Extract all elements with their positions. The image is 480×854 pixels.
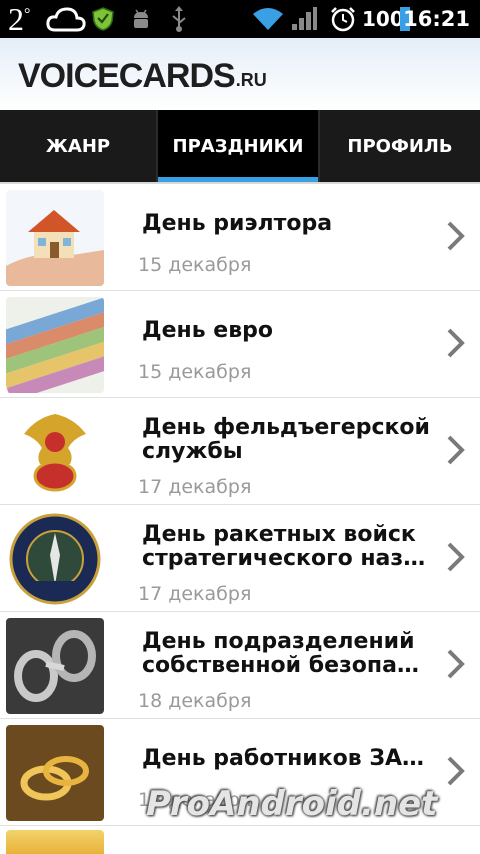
logo-text: VOICECARDS — [18, 57, 236, 95]
partial-thumbnail — [6, 830, 104, 854]
alarm-icon — [331, 7, 355, 32]
signal-icon — [292, 7, 317, 30]
tab-holidays-label: ПРАЗДНИКИ — [172, 135, 304, 157]
holiday-title: День ракетных войск — [142, 523, 416, 547]
list-item[interactable]: День подразделений собственной безопас..… — [0, 612, 480, 719]
strategic-missile-forces-emblem-thumbnail — [6, 511, 104, 607]
tab-bar: ЖАНР ПРАЗДНИКИ ПРОФИЛЬ — [0, 110, 480, 182]
temperature-value: 2 — [8, 1, 24, 37]
holiday-title: День подразделений — [142, 630, 415, 654]
shield-app-icon — [92, 7, 114, 31]
holiday-date: 15 декабря — [138, 254, 252, 276]
cloud-icon — [46, 7, 86, 32]
battery-level: 100 — [362, 7, 404, 31]
chevron-right-icon — [447, 542, 465, 572]
list-item[interactable]: День риэлтора 15 декабря — [0, 184, 480, 291]
holiday-date: 15 декабря — [138, 361, 252, 383]
holiday-date: 17 декабря — [138, 583, 252, 605]
chevron-right-icon — [447, 221, 465, 251]
holiday-date: 18 декабря — [138, 690, 252, 712]
house-on-hand-thumbnail — [6, 190, 104, 286]
holiday-title: День евро — [142, 319, 273, 343]
list-item[interactable]: День фельдъегерской службы 17 декабря — [0, 398, 480, 505]
list-item[interactable]: День евро 15 декабря — [0, 291, 480, 398]
euro-banknotes-thumbnail — [6, 297, 104, 393]
tab-holidays[interactable]: ПРАЗДНИКИ — [158, 110, 320, 182]
chevron-right-icon — [447, 756, 465, 786]
status-bar: 2° 100 16:21 — [0, 0, 480, 38]
weather-temperature: 2° — [8, 0, 30, 38]
logo-suffix: .RU — [235, 70, 267, 90]
handcuffs-thumbnail — [6, 618, 104, 714]
holiday-title-line2: собственной безопас... — [142, 654, 432, 678]
courier-service-emblem-thumbnail — [6, 404, 104, 500]
holiday-list[interactable]: День риэлтора 15 декабря День евро 15 де… — [0, 184, 480, 826]
tab-genre[interactable]: ЖАНР — [0, 110, 158, 182]
clock: 16:21 — [403, 7, 470, 31]
holiday-date: 17 декабря — [138, 476, 252, 498]
holiday-title: День фельдъегерской — [142, 416, 430, 440]
list-item[interactable]: День ракетных войск стратегического назн… — [0, 505, 480, 612]
app-header: VOICECARDS .RU — [0, 38, 480, 110]
temperature-unit: ° — [24, 6, 31, 23]
holiday-title: День риэлтора — [142, 212, 333, 236]
chevron-right-icon — [447, 649, 465, 679]
list-item-partial[interactable] — [0, 826, 480, 854]
usb-icon — [172, 6, 186, 32]
voicecards-logo: VOICECARDS .RU — [18, 56, 267, 96]
tab-profile[interactable]: ПРОФИЛЬ — [320, 110, 480, 182]
chevron-right-icon — [447, 328, 465, 358]
android-debug-icon — [134, 9, 148, 28]
tab-profile-label: ПРОФИЛЬ — [347, 135, 453, 157]
tab-genre-label: ЖАНР — [45, 135, 111, 157]
watermark: ProAndroid.net — [146, 784, 438, 824]
wedding-rings-thumbnail — [6, 725, 104, 821]
chevron-right-icon — [447, 435, 465, 465]
holiday-title-line2: службы — [142, 440, 243, 464]
wifi-icon — [253, 8, 283, 30]
holiday-title: День работников ЗАГС — [142, 747, 432, 771]
holiday-title-line2: стратегического назн... — [142, 547, 432, 571]
